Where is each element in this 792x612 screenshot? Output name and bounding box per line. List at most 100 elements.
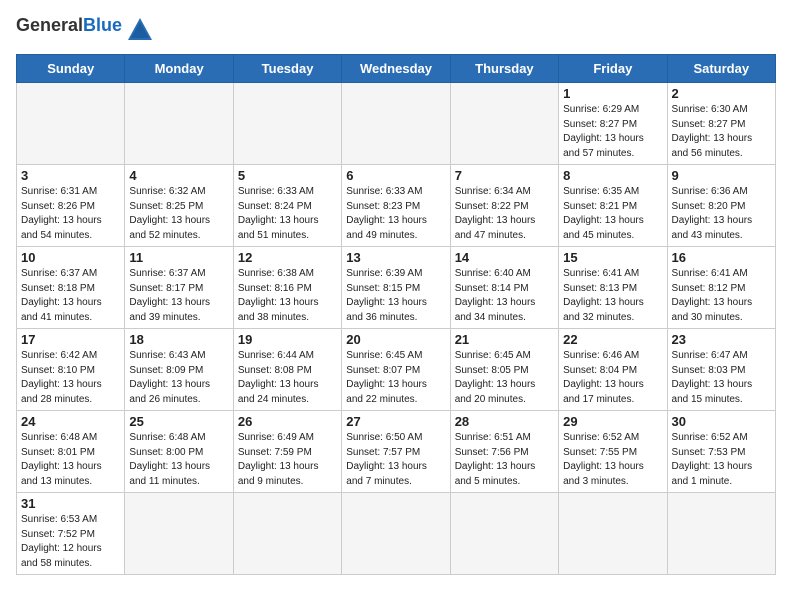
day-number: 3 <box>21 168 120 183</box>
logo: GeneralBlue <box>16 16 154 44</box>
day-number: 10 <box>21 250 120 265</box>
day-number: 27 <box>346 414 445 429</box>
day-info: Sunrise: 6:33 AM Sunset: 8:23 PM Dayligh… <box>346 185 445 243</box>
day-number: 20 <box>346 332 445 347</box>
calendar-cell <box>450 83 558 165</box>
calendar-cell: 9 Sunrise: 6:36 AM Sunset: 8:20 PM Daylig… <box>667 165 775 247</box>
day-info: Sunrise: 6:34 AM Sunset: 8:22 PM Dayligh… <box>455 185 554 243</box>
calendar-cell: 21Sunrise: 6:45 AM Sunset: 8:05 PM Dayli… <box>450 329 558 411</box>
calendar-cell: 31 Sunrise: 6:53 AM Sunset: 7:52 PM Dayli… <box>17 493 125 575</box>
calendar-cell: 16 Sunrise: 6:41 AM Sunset: 8:12 PM Dayli… <box>667 247 775 329</box>
calendar-cell: 13 Sunrise: 6:39 AM Sunset: 8:15 PM Dayli… <box>342 247 450 329</box>
calendar-cell: 4 Sunrise: 6:32 AM Sunset: 8:25 PM Daylig… <box>125 165 233 247</box>
calendar-cell <box>125 493 233 575</box>
day-number: 5 <box>238 168 337 183</box>
day-info: Sunrise: 6:44 AM Sunset: 8:08 PM Dayligh… <box>238 349 337 407</box>
calendar-cell: 12 Sunrise: 6:38 AM Sunset: 8:16 PM Dayli… <box>233 247 341 329</box>
calendar-cell <box>233 83 341 165</box>
day-info: Sunrise: 6:46 AM Sunset: 8:04 PM Dayligh… <box>563 349 662 407</box>
calendar-cell <box>342 493 450 575</box>
day-info: Sunrise: 6:36 AM Sunset: 8:20 PM Dayligh… <box>672 185 771 243</box>
calendar-cell: 30Sunrise: 6:52 AM Sunset: 7:53 PM Dayli… <box>667 411 775 493</box>
day-info: Sunrise: 6:35 AM Sunset: 8:21 PM Dayligh… <box>563 185 662 243</box>
day-header-monday: Monday <box>125 55 233 83</box>
day-header-sunday: Sunday <box>17 55 125 83</box>
day-info: Sunrise: 6:40 AM Sunset: 8:14 PM Dayligh… <box>455 267 554 325</box>
calendar-cell: 6 Sunrise: 6:33 AM Sunset: 8:23 PM Daylig… <box>342 165 450 247</box>
calendar-cell: 5Sunrise: 6:33 AM Sunset: 8:24 PM Daylig… <box>233 165 341 247</box>
calendar-cell: 15 Sunrise: 6:41 AM Sunset: 8:13 PM Dayli… <box>559 247 667 329</box>
calendar-cell: 24 Sunrise: 6:48 AM Sunset: 8:01 PM Dayli… <box>17 411 125 493</box>
day-number: 13 <box>346 250 445 265</box>
day-number: 16 <box>672 250 771 265</box>
day-header-saturday: Saturday <box>667 55 775 83</box>
day-number: 18 <box>129 332 228 347</box>
calendar-cell <box>17 83 125 165</box>
day-number: 1 <box>563 86 662 101</box>
day-number: 28 <box>455 414 554 429</box>
day-number: 17 <box>21 332 120 347</box>
day-number: 30 <box>672 414 771 429</box>
day-number: 6 <box>346 168 445 183</box>
day-info: Sunrise: 6:29 AM Sunset: 8:27 PM Dayligh… <box>563 103 662 161</box>
day-info: Sunrise: 6:53 AM Sunset: 7:52 PM Dayligh… <box>21 513 120 571</box>
calendar-cell <box>233 493 341 575</box>
day-info: Sunrise: 6:39 AM Sunset: 8:15 PM Dayligh… <box>346 267 445 325</box>
calendar-table: SundayMondayTuesdayWednesdayThursdayFrid… <box>16 54 776 575</box>
day-number: 26 <box>238 414 337 429</box>
day-number: 15 <box>563 250 662 265</box>
calendar-cell: 17 Sunrise: 6:42 AM Sunset: 8:10 PM Dayli… <box>17 329 125 411</box>
day-header-wednesday: Wednesday <box>342 55 450 83</box>
day-header-thursday: Thursday <box>450 55 558 83</box>
day-info: Sunrise: 6:48 AM Sunset: 8:01 PM Dayligh… <box>21 431 120 489</box>
calendar-cell <box>559 493 667 575</box>
calendar-cell <box>125 83 233 165</box>
day-number: 14 <box>455 250 554 265</box>
calendar-cell: 2Sunrise: 6:30 AM Sunset: 8:27 PM Daylig… <box>667 83 775 165</box>
day-number: 7 <box>455 168 554 183</box>
calendar-cell: 22 Sunrise: 6:46 AM Sunset: 8:04 PM Dayli… <box>559 329 667 411</box>
day-number: 8 <box>563 168 662 183</box>
calendar-cell: 29Sunrise: 6:52 AM Sunset: 7:55 PM Dayli… <box>559 411 667 493</box>
day-info: Sunrise: 6:47 AM Sunset: 8:03 PM Dayligh… <box>672 349 771 407</box>
day-number: 9 <box>672 168 771 183</box>
calendar-cell <box>450 493 558 575</box>
day-info: Sunrise: 6:41 AM Sunset: 8:12 PM Dayligh… <box>672 267 771 325</box>
calendar-cell: 11 Sunrise: 6:37 AM Sunset: 8:17 PM Dayli… <box>125 247 233 329</box>
day-number: 11 <box>129 250 228 265</box>
day-number: 4 <box>129 168 228 183</box>
day-info: Sunrise: 6:50 AM Sunset: 7:57 PM Dayligh… <box>346 431 445 489</box>
calendar-cell: 3Sunrise: 6:31 AM Sunset: 8:26 PM Daylig… <box>17 165 125 247</box>
day-number: 31 <box>21 496 120 511</box>
calendar-cell: 1 Sunrise: 6:29 AM Sunset: 8:27 PM Daylig… <box>559 83 667 165</box>
calendar-cell: 14 Sunrise: 6:40 AM Sunset: 8:14 PM Dayli… <box>450 247 558 329</box>
calendar-cell: 28 Sunrise: 6:51 AM Sunset: 7:56 PM Dayli… <box>450 411 558 493</box>
calendar-cell: 20 Sunrise: 6:45 AM Sunset: 8:07 PM Dayli… <box>342 329 450 411</box>
day-number: 22 <box>563 332 662 347</box>
day-number: 2 <box>672 86 771 101</box>
calendar-cell: 26 Sunrise: 6:49 AM Sunset: 7:59 PM Dayli… <box>233 411 341 493</box>
day-info: Sunrise: 6:48 AM Sunset: 8:00 PM Dayligh… <box>129 431 228 489</box>
day-number: 25 <box>129 414 228 429</box>
calendar-cell <box>342 83 450 165</box>
day-header-tuesday: Tuesday <box>233 55 341 83</box>
day-info: Sunrise: 6:49 AM Sunset: 7:59 PM Dayligh… <box>238 431 337 489</box>
calendar-cell: 27 Sunrise: 6:50 AM Sunset: 7:57 PM Dayli… <box>342 411 450 493</box>
day-info: Sunrise: 6:51 AM Sunset: 7:56 PM Dayligh… <box>455 431 554 489</box>
day-info: Sunrise: 6:45 AM Sunset: 8:05 PM Dayligh… <box>455 349 554 407</box>
day-number: 23 <box>672 332 771 347</box>
calendar-cell: 25 Sunrise: 6:48 AM Sunset: 8:00 PM Dayli… <box>125 411 233 493</box>
calendar-cell: 8 Sunrise: 6:35 AM Sunset: 8:21 PM Daylig… <box>559 165 667 247</box>
day-number: 24 <box>21 414 120 429</box>
day-info: Sunrise: 6:41 AM Sunset: 8:13 PM Dayligh… <box>563 267 662 325</box>
calendar-cell: 19 Sunrise: 6:44 AM Sunset: 8:08 PM Dayli… <box>233 329 341 411</box>
day-info: Sunrise: 6:45 AM Sunset: 8:07 PM Dayligh… <box>346 349 445 407</box>
day-number: 19 <box>238 332 337 347</box>
day-info: Sunrise: 6:32 AM Sunset: 8:25 PM Dayligh… <box>129 185 228 243</box>
day-info: Sunrise: 6:37 AM Sunset: 8:17 PM Dayligh… <box>129 267 228 325</box>
day-info: Sunrise: 6:43 AM Sunset: 8:09 PM Dayligh… <box>129 349 228 407</box>
day-info: Sunrise: 6:38 AM Sunset: 8:16 PM Dayligh… <box>238 267 337 325</box>
day-number: 12 <box>238 250 337 265</box>
day-info: Sunrise: 6:42 AM Sunset: 8:10 PM Dayligh… <box>21 349 120 407</box>
logo-icon <box>126 16 154 44</box>
